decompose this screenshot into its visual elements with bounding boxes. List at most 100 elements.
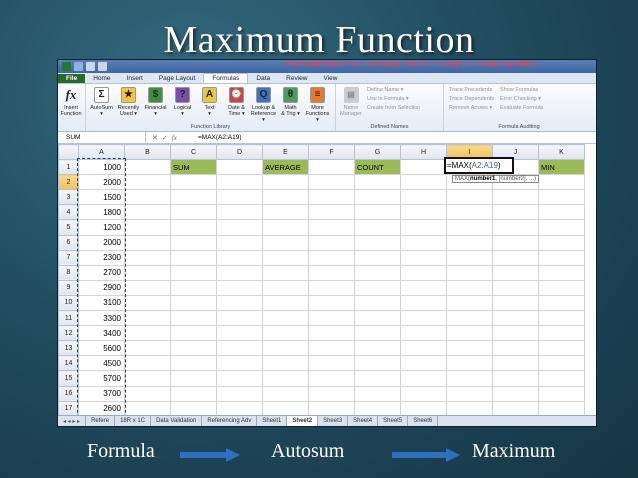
cell-I8[interactable] <box>446 264 493 281</box>
tab-home[interactable]: Home <box>85 74 118 83</box>
column-header-C[interactable]: C <box>170 143 217 161</box>
sheet-tab-2[interactable]: Data Validation <box>151 416 203 426</box>
row-header-15[interactable]: 15 <box>58 370 79 387</box>
sheet-tab-7[interactable]: Sheet4 <box>348 416 379 426</box>
cell-G13[interactable] <box>354 340 401 357</box>
cell-I3[interactable] <box>446 189 493 206</box>
cell-H14[interactable] <box>400 355 447 372</box>
cell-I14[interactable] <box>446 355 493 372</box>
cell-A1[interactable]: 1000 <box>78 159 125 176</box>
cell-J13[interactable] <box>492 340 539 357</box>
cell-G15[interactable] <box>354 370 401 387</box>
cell-F11[interactable] <box>308 310 355 327</box>
cell-I16[interactable] <box>446 385 493 402</box>
cell-K16[interactable] <box>538 385 585 402</box>
cell-F12[interactable] <box>308 325 355 342</box>
cell-E15[interactable] <box>262 370 309 387</box>
save-icon[interactable] <box>74 62 83 71</box>
cell-G4[interactable] <box>354 204 401 221</box>
cell-D12[interactable] <box>216 325 263 342</box>
cell-K9[interactable] <box>538 279 585 296</box>
cell-F8[interactable] <box>308 264 355 281</box>
cell-C16[interactable] <box>170 385 217 402</box>
cell-D3[interactable] <box>216 189 263 206</box>
defnames-item-2[interactable]: Create from Selection <box>367 105 420 111</box>
cell-A14[interactable]: 4500 <box>78 355 125 372</box>
cell-I5[interactable] <box>446 219 493 236</box>
row-header-11[interactable]: 11 <box>58 310 79 327</box>
cell-H13[interactable] <box>400 340 447 357</box>
row-header-14[interactable]: 14 <box>58 355 79 372</box>
cell-H7[interactable] <box>400 249 447 266</box>
cell-F3[interactable] <box>308 189 355 206</box>
cell-J4[interactable] <box>492 204 539 221</box>
tab-view[interactable]: View <box>315 74 345 83</box>
cell-J8[interactable] <box>492 264 539 281</box>
cell-J17[interactable] <box>492 400 539 417</box>
column-header-G[interactable]: G <box>354 143 401 161</box>
cell-E3[interactable] <box>262 189 309 206</box>
cell-B4[interactable] <box>124 204 171 221</box>
cell-K1[interactable]: MIN <box>538 159 585 176</box>
cell-J16[interactable] <box>492 385 539 402</box>
cell-D16[interactable] <box>216 385 263 402</box>
cell-K3[interactable] <box>538 189 585 206</box>
cell-H9[interactable] <box>400 279 447 296</box>
aud2-item-0[interactable]: Show Formulas <box>500 87 543 93</box>
cell-G7[interactable] <box>354 249 401 266</box>
cell-A8[interactable]: 2700 <box>78 264 125 281</box>
column-header-H[interactable]: H <box>400 143 447 161</box>
row-header-17[interactable]: 17 <box>58 400 79 417</box>
cell-I9[interactable] <box>446 279 493 296</box>
cell-G3[interactable] <box>354 189 401 206</box>
cell-C6[interactable] <box>170 234 217 251</box>
row-header-9[interactable]: 9 <box>58 279 79 296</box>
cell-H10[interactable] <box>400 294 447 312</box>
cell-D17[interactable] <box>216 400 263 417</box>
row-header-3[interactable]: 3 <box>58 189 79 206</box>
row-header-6[interactable]: 6 <box>58 234 79 251</box>
cell-E14[interactable] <box>262 355 309 372</box>
cell-B17[interactable] <box>124 400 171 417</box>
cell-J5[interactable] <box>492 219 539 236</box>
sheet-tab-1[interactable]: 18R x 1C <box>115 416 152 426</box>
row-header-4[interactable]: 4 <box>58 204 79 221</box>
aud1-item-0[interactable]: Trace Precedents <box>449 87 494 93</box>
cell-A4[interactable]: 1800 <box>78 204 125 221</box>
cell-I10[interactable] <box>446 294 493 312</box>
row-header-2[interactable]: 2 <box>58 174 79 191</box>
cell-D7[interactable] <box>216 249 263 266</box>
cell-F17[interactable] <box>308 400 355 417</box>
cell-H4[interactable] <box>400 204 447 221</box>
cell-D10[interactable] <box>216 294 263 312</box>
cell-G16[interactable] <box>354 385 401 402</box>
cell-B11[interactable] <box>124 310 171 327</box>
cell-C10[interactable] <box>170 294 217 312</box>
cancel-icon[interactable]: ✕ <box>152 134 158 142</box>
cell-B13[interactable] <box>124 340 171 357</box>
cell-I15[interactable] <box>446 370 493 387</box>
cell-G6[interactable] <box>354 234 401 251</box>
cell-E4[interactable] <box>262 204 309 221</box>
cell-K14[interactable] <box>538 355 585 372</box>
tab-formulas[interactable]: Formulas <box>203 73 249 83</box>
tab-insert[interactable]: Insert <box>119 74 151 83</box>
aud1-item-2[interactable]: Remove Arrows ▾ <box>449 105 494 111</box>
cell-A6[interactable]: 2000 <box>78 234 125 251</box>
cell-C12[interactable] <box>170 325 217 342</box>
cell-F15[interactable] <box>308 370 355 387</box>
enter-icon[interactable]: ✓ <box>162 134 168 142</box>
column-header-B[interactable]: B <box>124 143 171 161</box>
cell-F10[interactable] <box>308 294 355 312</box>
cell-A2[interactable]: 2000 <box>78 174 125 191</box>
cell-E11[interactable] <box>262 310 309 327</box>
column-header-D[interactable]: D <box>216 143 263 161</box>
cell-B5[interactable] <box>124 219 171 236</box>
aud2-item-2[interactable]: Evaluate Formula <box>500 105 543 111</box>
cell-H16[interactable] <box>400 385 447 402</box>
cell-D9[interactable] <box>216 279 263 296</box>
cell-D11[interactable] <box>216 310 263 327</box>
cell-H17[interactable] <box>400 400 447 417</box>
row-header-8[interactable]: 8 <box>58 264 79 281</box>
cell-F14[interactable] <box>308 355 355 372</box>
